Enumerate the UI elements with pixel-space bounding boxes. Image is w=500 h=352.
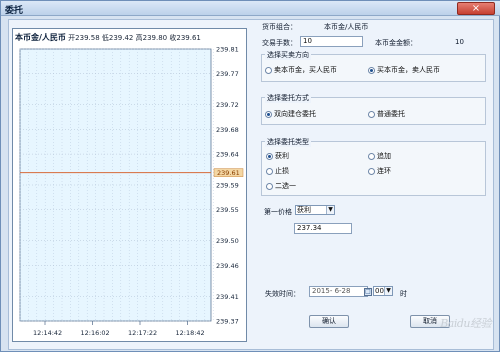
type-title: 选择委托类型 [265,137,311,147]
y-axis-tick-label: 239.64 [216,151,239,159]
type-chain-label: 连环 [377,167,391,175]
direction-sell-label: 卖本币金，买人民币 [274,66,337,74]
direction-title: 选择买卖方向 [265,50,311,60]
price1-type-value: 获利 [297,206,311,214]
y-axis-tick-label: 239.55 [216,206,239,214]
quantity-input[interactable]: 10 [300,36,363,47]
x-axis-tick-label: 12:17:22 [128,329,157,337]
y-axis-tick-label: 239.68 [216,126,239,134]
y-axis-tick-label: 239.81 [216,46,239,54]
y-axis-tick-label: 239.72 [216,101,239,109]
type-chain-radio[interactable]: 连环 [368,166,391,176]
y-axis-tick-label: 239.41 [216,293,239,301]
method-two-way-radio[interactable]: 双向建仓委托 [265,109,316,119]
direction-sell-radio[interactable]: 卖本币金，买人民币 [265,65,337,75]
close-icon: × [471,3,481,14]
type-add-label: 追加 [377,152,391,160]
method-normal-radio[interactable]: 普通委托 [368,109,405,119]
radio-selected-icon [265,110,272,118]
expiry-hour-select[interactable]: 00 ▼ [373,286,393,296]
method-group: 选择委托方式 双向建仓委托 普通委托 [261,93,486,125]
confirm-button[interactable]: 确认 [309,315,349,328]
y-axis-tick-label: 239.37 [216,318,239,326]
price1-type-select[interactable]: 获利 ▼ [295,205,335,215]
watermark-text: Baidu经验 [440,317,491,330]
title-bar: 委托 × [1,1,500,16]
quantity-label: 交易手数： [262,39,297,47]
chevron-down-icon: ▼ [384,287,392,295]
method-two-way-label: 双向建仓委托 [274,110,316,118]
total-value: 10 [455,38,464,46]
expiry-label: 失效时间： [265,290,300,298]
window-title: 委托 [5,6,24,16]
direction-group: 选择买卖方向 卖本币金，买人民币 买本币金，卖人民币 [261,50,486,82]
radio-icon [368,110,375,118]
type-stop-loss-label: 止损 [275,167,289,175]
y-axis-tick-label: 239.46 [216,262,239,270]
method-normal-label: 普通委托 [377,110,405,118]
total-label: 本币金金额： [375,39,417,47]
current-price-label: 239.61 [217,169,240,177]
direction-buy-label: 买本币金，卖人民币 [377,66,440,74]
price-chart: 本币金/人民币 开239.58 低239.42 高239.80 收239.61 … [12,28,247,342]
type-add-radio[interactable]: 追加 [368,151,391,161]
price1-input[interactable]: 237.34 [294,223,352,234]
expiry-unit-label: 时 [400,290,407,298]
radio-selected-icon [368,66,375,74]
expiry-date-input[interactable]: 2015- 6-28 [309,286,368,297]
calendar-icon[interactable]: □ [364,288,372,296]
y-axis-tick-label: 239.50 [216,237,239,245]
chart-plot: 239.81 239.77 239.72 239.68 239.64 239.61 239.… [19,46,244,337]
price1-label: 第一价格 [264,208,292,216]
currency-label: 货币组合： [262,23,297,31]
type-either-label: 二选一 [275,182,296,190]
y-axis-tick-label: 239.59 [216,182,239,190]
radio-icon [266,167,273,175]
method-title: 选择委托方式 [265,93,311,103]
radio-icon [368,152,375,160]
x-axis-tick-label: 12:18:42 [176,329,205,337]
x-axis-tick-label: 12:14:42 [33,329,62,337]
radio-icon [266,182,273,190]
expiry-hour-value: 00 [375,287,384,295]
type-stop-loss-radio[interactable]: 止损 [266,166,289,176]
type-profit-label: 获利 [275,152,289,160]
type-group: 选择委托类型 获利 追加 止损 连环 二选一 [261,137,486,196]
chevron-down-icon: ▼ [326,206,334,214]
direction-buy-radio[interactable]: 买本币金，卖人民币 [368,65,440,75]
close-button[interactable]: × [457,2,495,15]
entrust-window: 委托 × 本币金/人民币 开239.58 低239.42 高239.80 收23… [0,0,500,352]
type-profit-radio[interactable]: 获利 [266,151,289,161]
radio-icon [265,66,272,74]
currency-value: 本币金/人民币 [324,23,369,31]
radio-icon [368,167,375,175]
dialog-body: 本币金/人民币 开239.58 低239.42 高239.80 收239.61 … [8,19,494,350]
y-axis-tick-label: 239.77 [216,70,239,78]
radio-selected-icon [266,152,273,160]
type-either-radio[interactable]: 二选一 [266,181,296,191]
x-axis-tick-label: 12:16:02 [81,329,110,337]
